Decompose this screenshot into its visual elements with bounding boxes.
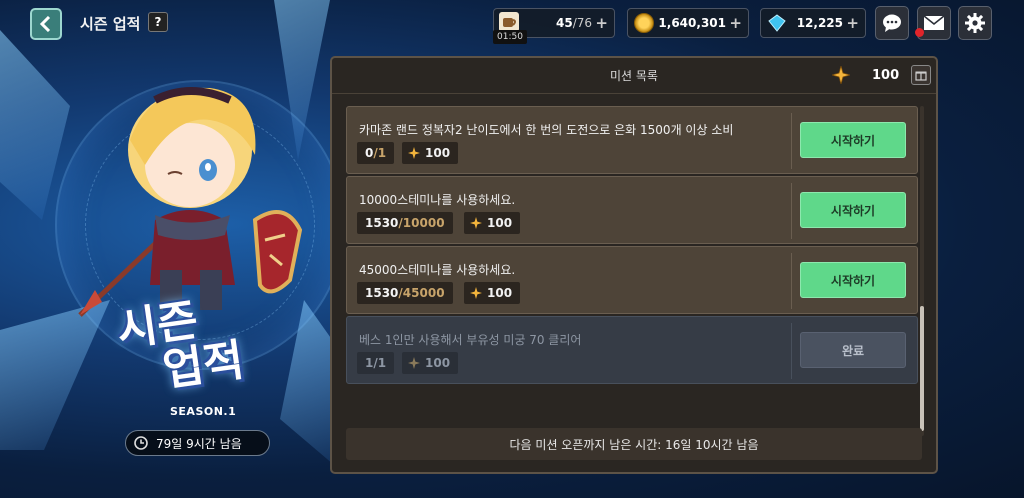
mission-reward: 100: [402, 142, 459, 164]
mission-panel-header: 미션 목록 100: [332, 58, 936, 94]
mission-list-scrollbar[interactable]: [920, 106, 924, 436]
progress-target: /45000: [398, 286, 445, 300]
gift-icon: [915, 71, 927, 81]
mission-description: 베스 1인만 사용해서 부유성 미궁 70 클리어: [359, 333, 582, 347]
progress-target: /10000: [398, 216, 445, 230]
mission-description: 10000스테미나를 사용하세요.: [359, 193, 516, 207]
mission-row: 45000스테미나를 사용하세요. 1530/45000 100 시작하기: [346, 246, 918, 314]
reward-value: 100: [425, 146, 451, 160]
coin-counter: 1,640,301 +: [627, 8, 749, 38]
season-points-value: 100: [872, 67, 900, 83]
start-mission-button[interactable]: 시작하기: [800, 262, 906, 298]
season-title: 시즌 업적: [114, 292, 247, 400]
next-mission-timer: 다음 미션 오픈까지 남은 시간: 16일 10시간 남음: [346, 428, 922, 460]
mission-reward: 100: [464, 212, 521, 234]
divider: [791, 113, 792, 169]
stamina-timer: 01:50: [493, 30, 527, 44]
mission-row: 10000스테미나를 사용하세요. 1530/10000 100 시작하기: [346, 176, 918, 244]
start-mission-button[interactable]: 시작하기: [800, 192, 906, 228]
chevron-left-icon: [39, 16, 51, 32]
envelope-icon: [923, 15, 945, 30]
mission-progress: 0/1: [357, 142, 395, 164]
season-title-line2: 업적: [159, 334, 248, 397]
season-subtitle: SEASON.1: [170, 405, 237, 418]
diamond-icon: [767, 13, 787, 33]
mission-progress: 1530/45000: [357, 282, 453, 304]
mission-row-completed: 베스 1인만 사용해서 부유성 미궁 70 클리어 1/1 100 완료: [346, 316, 918, 384]
divider: [791, 253, 792, 309]
progress-current: 1530: [365, 216, 399, 230]
mail-notification-dot: [915, 28, 924, 37]
mission-list[interactable]: 카마존 랜드 정복자2 난이도에서 한 번의 도전으로 은화 1500개 이상 …: [346, 106, 918, 436]
season-timer: 79일 9시간 남음: [125, 430, 270, 456]
settings-button[interactable]: [958, 6, 992, 40]
completed-button[interactable]: 완료: [800, 332, 906, 368]
clock-icon: [134, 436, 148, 450]
coin-icon: [634, 13, 654, 33]
add-stamina-button[interactable]: +: [595, 15, 608, 31]
mission-reward: 100: [402, 352, 459, 374]
back-button[interactable]: [30, 8, 62, 40]
divider: [791, 323, 792, 379]
help-button[interactable]: ?: [148, 12, 168, 32]
mission-row: 카마존 랜드 정복자2 난이도에서 한 번의 도전으로 은화 1500개 이상 …: [346, 106, 918, 174]
progress-target: /1: [373, 356, 387, 370]
stamina-current: 45: [555, 16, 573, 30]
coffee-cup-icon: [499, 12, 519, 32]
stamina-max: /76: [572, 16, 592, 30]
mission-panel: 미션 목록 100 카마존 랜드 정복자2 난이도에서 한 번의 도전으로 은화…: [330, 56, 938, 474]
start-mission-button[interactable]: 시작하기: [800, 122, 906, 158]
chat-bubble-icon: [883, 14, 901, 32]
gem-counter: 12,225 +: [760, 8, 866, 38]
progress-current: 0: [365, 146, 374, 160]
scrollbar-thumb[interactable]: [920, 306, 924, 431]
progress-target: /1: [373, 146, 387, 160]
gear-icon: [965, 13, 985, 33]
add-coins-button[interactable]: +: [729, 15, 742, 31]
page-title: 시즌 업적: [80, 15, 141, 33]
gem-value: 12,225: [796, 16, 843, 30]
season-points: 100: [832, 65, 932, 85]
season-time-left: 79일 9시간 남음: [156, 436, 242, 451]
progress-current: 1: [365, 356, 374, 370]
mission-description: 45000스테미나를 사용하세요.: [359, 263, 516, 277]
mission-panel-title: 미션 목록: [610, 69, 658, 83]
coin-value: 1,640,301: [658, 16, 726, 30]
star-icon: [408, 147, 420, 159]
mission-reward: 100: [464, 282, 521, 304]
progress-current: 1530: [365, 286, 399, 300]
character-illustration: [78, 87, 303, 317]
mission-description: 카마존 랜드 정복자2 난이도에서 한 번의 도전으로 은화 1500개 이상 …: [359, 123, 734, 137]
add-gems-button[interactable]: +: [846, 15, 859, 31]
reward-value: 100: [425, 356, 451, 370]
mission-progress: 1/1: [357, 352, 395, 374]
star-icon: [408, 357, 420, 369]
reward-value: 100: [487, 216, 513, 230]
reward-box-button[interactable]: [911, 65, 932, 85]
divider: [791, 183, 792, 239]
mission-progress: 1530/10000: [357, 212, 453, 234]
star-icon: [470, 217, 482, 229]
star-icon: [470, 287, 482, 299]
reward-value: 100: [487, 286, 513, 300]
star-icon: [832, 66, 850, 84]
chat-button[interactable]: [875, 6, 909, 40]
